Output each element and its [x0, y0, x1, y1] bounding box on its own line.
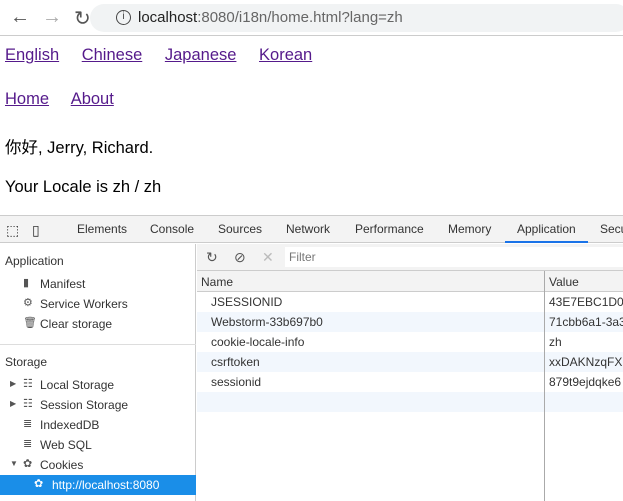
- link-chinese[interactable]: Chinese: [82, 46, 143, 64]
- gear-icon: ⚙: [23, 297, 33, 309]
- link-english[interactable]: English: [5, 46, 59, 64]
- tab-network[interactable]: Network: [286, 222, 330, 236]
- file-icon: ▮: [23, 277, 30, 289]
- devtools-panel: ⬚ ▯ Elements Console Sources Network Per…: [0, 215, 623, 501]
- cookie-value: zh: [549, 335, 562, 349]
- link-japanese[interactable]: Japanese: [165, 46, 237, 64]
- table-row[interactable]: Webstorm-33b697b0 71cbb6a1-3a3: [197, 312, 623, 332]
- label: Clear storage: [40, 317, 113, 331]
- cookie-name: Webstorm-33b697b0: [211, 315, 323, 329]
- label: Session Storage: [40, 398, 129, 412]
- filter-input[interactable]: Filter: [285, 247, 623, 267]
- sidebar-item-clear-storage[interactable]: 🗑 Clear storage: [0, 314, 196, 334]
- empty-row: [197, 392, 623, 412]
- sidebar-item-session-storage[interactable]: ▶ ☷ Session Storage: [0, 395, 196, 415]
- expand-icon[interactable]: ▶: [10, 379, 16, 388]
- greeting: 你好, Jerry, Richard.: [5, 139, 154, 157]
- tab-security[interactable]: Secu: [600, 222, 623, 236]
- link-about[interactable]: About: [71, 90, 114, 108]
- table-row[interactable]: JSESSIONID 43E7EBC1D0: [197, 292, 623, 312]
- device-toggle-icon[interactable]: ▯: [32, 222, 40, 239]
- tab-application[interactable]: Application: [505, 222, 588, 243]
- cookie-name: csrftoken: [211, 355, 260, 369]
- table-row[interactable]: csrftoken xxDAKNzqFX: [197, 352, 623, 372]
- sidebar-item-service-workers[interactable]: ⚙ Service Workers: [0, 294, 196, 314]
- browser-toolbar: ← → ↻ i localhost:8080/i18n/home.html?la…: [0, 0, 623, 36]
- label: http://localhost:8080: [52, 478, 160, 492]
- grid-icon: ☷: [23, 398, 33, 410]
- tab-console[interactable]: Console: [150, 222, 194, 236]
- label: Cookies: [40, 458, 84, 472]
- refresh-icon[interactable]: ↻: [206, 249, 218, 266]
- table-row[interactable]: sessionid 879t9ejdqke6: [197, 372, 623, 392]
- divider: [0, 344, 196, 345]
- cookie-rows: JSESSIONID 43E7EBC1D0 Webstorm-33b697b0 71c…: [197, 292, 623, 412]
- section-application: Application: [5, 254, 64, 268]
- column-divider[interactable]: [544, 271, 545, 501]
- locale-text: Your Locale is zh / zh: [5, 178, 162, 196]
- label: IndexedDB: [40, 418, 100, 432]
- cookie-table-panel: ↻ ⊘ ✕ Filter Name Value JSESSIONID 43E7EB…: [197, 244, 623, 501]
- inspect-icon[interactable]: ⬚: [6, 222, 19, 239]
- link-home[interactable]: Home: [5, 90, 49, 108]
- clear-all-icon[interactable]: ⊘: [234, 249, 246, 266]
- collapse-icon[interactable]: ▼: [10, 459, 18, 468]
- cookie-icon: ✿: [34, 478, 44, 490]
- database-icon: ≣: [23, 418, 33, 430]
- address-bar[interactable]: i localhost:8080/i18n/home.html?lang=zh: [90, 4, 623, 32]
- sidebar-item-indexeddb[interactable]: ≣ IndexedDB: [0, 415, 196, 435]
- back-icon[interactable]: ←: [10, 6, 30, 29]
- tab-memory[interactable]: Memory: [448, 222, 491, 236]
- sidebar-item-cookie-origin[interactable]: ✿ http://localhost:8080: [0, 475, 196, 495]
- url-host: localhost: [138, 9, 198, 26]
- sidebar-item-local-storage[interactable]: ▶ ☷ Local Storage: [0, 375, 196, 395]
- devtools-tabs: ⬚ ▯ Elements Console Sources Network Per…: [0, 216, 623, 243]
- cookie-value: 879t9ejdqke6: [549, 375, 622, 389]
- cookie-value: 71cbb6a1-3a3: [549, 315, 623, 329]
- column-value[interactable]: Value: [549, 275, 579, 289]
- sidebar-item-cookies[interactable]: ▼ ✿ Cookies: [0, 455, 196, 475]
- column-name[interactable]: Name: [201, 275, 233, 289]
- cookie-icon: ✿: [23, 458, 33, 470]
- application-sidebar: Application ▮ Manifest ⚙ Service Workers 🗑…: [0, 244, 196, 501]
- nav-links: Home About: [5, 90, 132, 109]
- sidebar-item-manifest[interactable]: ▮ Manifest: [0, 274, 196, 294]
- tab-elements[interactable]: Elements: [77, 222, 127, 236]
- label: Web SQL: [40, 438, 92, 452]
- cookie-value: 43E7EBC1D0: [549, 295, 623, 309]
- database-icon: ≣: [23, 438, 33, 450]
- expand-icon[interactable]: ▶: [10, 399, 16, 408]
- cookie-name: sessionid: [211, 375, 262, 389]
- info-icon[interactable]: i: [116, 10, 131, 25]
- label: Service Workers: [40, 297, 128, 311]
- section-storage: Storage: [5, 355, 48, 369]
- language-links: English Chinese Japanese Korean: [5, 46, 330, 65]
- forward-icon[interactable]: →: [42, 6, 62, 29]
- tab-sources[interactable]: Sources: [218, 222, 262, 236]
- reload-icon[interactable]: ↻: [74, 6, 91, 31]
- trash-icon: 🗑: [23, 317, 37, 329]
- cookie-name: cookie-locale-info: [211, 335, 305, 349]
- cookie-value: xxDAKNzqFX: [549, 355, 623, 369]
- table-row[interactable]: cookie-locale-info zh: [197, 332, 623, 352]
- label: Local Storage: [40, 378, 115, 392]
- grid-icon: ☷: [23, 378, 33, 390]
- url-rest: :8080/i18n/home.html?lang=zh: [197, 9, 403, 26]
- label: Manifest: [40, 277, 86, 291]
- delete-icon[interactable]: ✕: [262, 249, 274, 266]
- cookie-name: JSESSIONID: [211, 295, 283, 309]
- table-header: Name Value: [197, 271, 623, 292]
- cookie-toolbar: ↻ ⊘ ✕ Filter: [197, 244, 623, 271]
- link-korean[interactable]: Korean: [259, 46, 312, 64]
- tab-performance[interactable]: Performance: [355, 222, 424, 236]
- sidebar-item-web-sql[interactable]: ≣ Web SQL: [0, 435, 196, 455]
